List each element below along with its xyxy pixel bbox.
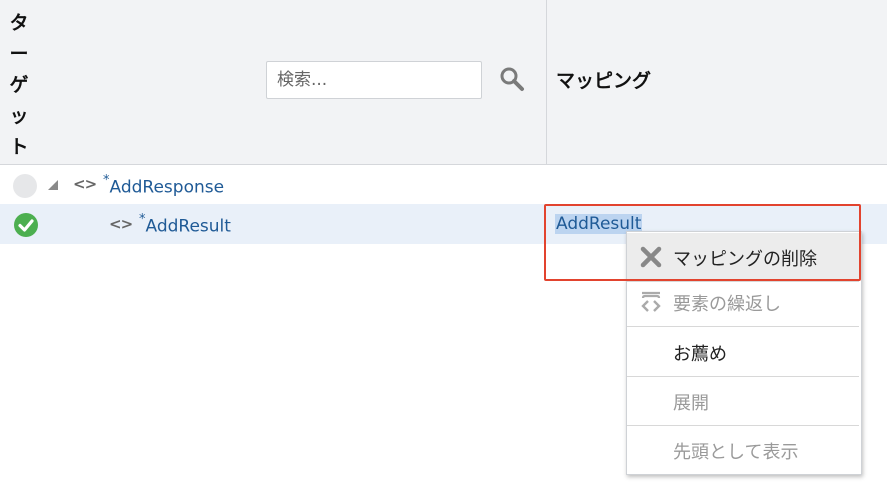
node-label[interactable]: *AddResult <box>139 212 231 237</box>
menu-item-label: 展開 <box>673 393 709 414</box>
search-icon[interactable] <box>499 66 525 92</box>
repeat-element-icon <box>641 291 661 312</box>
menu-divider <box>627 326 859 327</box>
target-title-char: タ <box>9 12 29 34</box>
menu-item-delete-mapping[interactable]: マッピングの削除 <box>627 233 859 281</box>
menu-item-label: マッピングの削除 <box>673 249 817 270</box>
menu-item-expand[interactable]: 展開 <box>627 377 859 425</box>
target-title-char: ッ <box>9 105 29 127</box>
target-title-char: ト <box>9 136 29 158</box>
node-name: AddResponse <box>109 177 225 198</box>
menu-item-label: 要素の繰返し <box>673 294 781 315</box>
node-name: AddResult <box>145 216 231 237</box>
menu-item-label: 先頭として表示 <box>673 442 799 463</box>
menu-item-show-as-top[interactable]: 先頭として表示 <box>627 426 859 474</box>
target-title-char: ー <box>9 43 29 65</box>
required-marker: * <box>103 173 110 188</box>
collapse-triangle-icon[interactable] <box>47 179 59 191</box>
node-label[interactable]: *AddResponse <box>103 173 225 198</box>
target-title-char: ゲ <box>9 74 29 96</box>
context-menu: マッピングの削除 要素の繰返し お薦め 展開 先頭として表示 <box>626 231 862 475</box>
mapping-column-title: マッピング <box>556 70 652 92</box>
required-marker: * <box>139 212 146 227</box>
close-x-icon <box>640 246 662 268</box>
element-code-icon: <> <box>109 215 133 233</box>
tree-row-addresponse[interactable]: <> *AddResponse <box>0 165 887 205</box>
target-column-title: タ ー ゲ ッ ト <box>6 8 32 163</box>
menu-item-recommend[interactable]: お薦め <box>627 328 859 376</box>
check-circle-icon <box>14 213 38 237</box>
menu-item-repeat-element[interactable]: 要素の繰返し <box>627 278 859 326</box>
status-empty-icon <box>13 174 37 198</box>
menu-item-label: お薦め <box>673 344 727 365</box>
search-input[interactable] <box>266 61 482 99</box>
element-code-icon: <> <box>73 175 97 193</box>
